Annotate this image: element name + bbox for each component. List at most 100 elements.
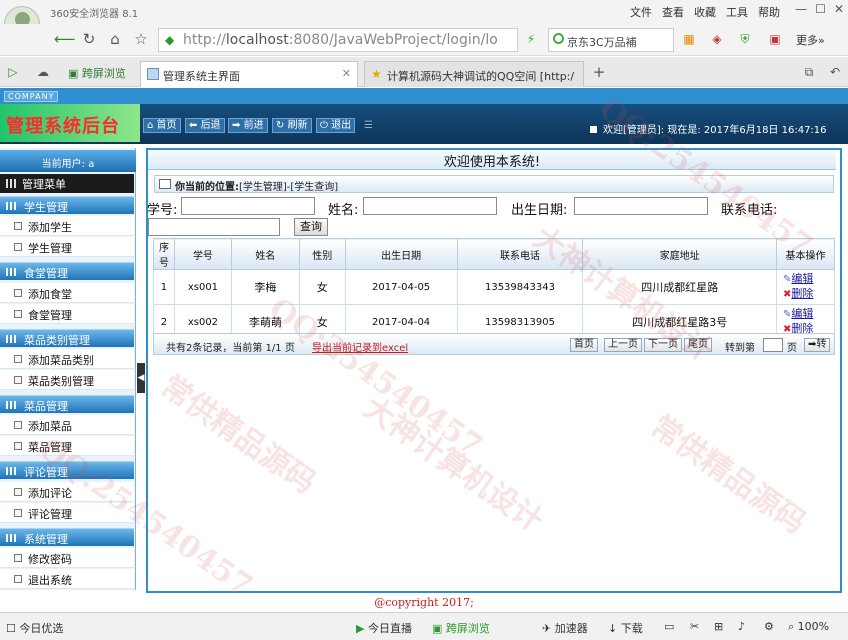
- sidebar-group-dish-category[interactable]: 菜品类别管理: [0, 329, 134, 347]
- download[interactable]: ↓ 下载: [608, 620, 643, 636]
- sidebar-item-comment-manage[interactable]: 评论管理: [0, 503, 134, 523]
- sidebar-item-add-comment[interactable]: 添加评论: [0, 482, 134, 502]
- apps-icon[interactable]: ▦: [680, 30, 698, 48]
- table-row: 1 xs001 李梅 女 2017-04-05 13539843343 四川成都…: [153, 269, 835, 305]
- home-button[interactable]: ⌂ 首页: [143, 118, 181, 133]
- restore-tabs-icon[interactable]: ⧉: [800, 63, 818, 81]
- close-window-icon[interactable]: ✕: [834, 2, 844, 16]
- cell-id: xs001: [173, 269, 232, 305]
- undo-close-icon[interactable]: ↶: [826, 63, 844, 81]
- gear-icon[interactable]: ⚙: [764, 620, 774, 633]
- forward-button[interactable]: ➡ 前进: [228, 118, 268, 133]
- sidebar-item-change-password[interactable]: 修改密码: [0, 548, 134, 568]
- sidebar-item-canteen-manage[interactable]: 食堂管理: [0, 304, 134, 324]
- item-icon: [14, 222, 22, 230]
- phone-label: 联系电话:: [721, 203, 778, 218]
- today-live[interactable]: ▶ 今日直播: [356, 620, 412, 636]
- back-button[interactable]: ⬅ 后退: [185, 118, 225, 133]
- menu-help[interactable]: 帮助: [758, 4, 780, 20]
- student-id-input[interactable]: [181, 197, 315, 215]
- sidebar-item-student-manage[interactable]: 学生管理: [0, 237, 134, 257]
- group-icon: [6, 268, 18, 276]
- name-input[interactable]: [363, 197, 497, 215]
- menu-view[interactable]: 查看: [662, 4, 684, 20]
- forward-button-label: 前进: [243, 120, 264, 131]
- search-box[interactable]: 京东3C万品補: [548, 28, 674, 52]
- edit-link[interactable]: 编辑: [791, 272, 813, 285]
- sidebar-group-system[interactable]: 系统管理: [0, 528, 134, 546]
- go-button[interactable]: ➡转: [804, 338, 831, 352]
- export-excel-link[interactable]: 导出当前记录到excel: [312, 339, 408, 354]
- item-icon: [14, 243, 22, 251]
- address-bar[interactable]: ◆ http://localhost:8080/JavaWebProject/l…: [158, 28, 518, 52]
- record-count: 共有2条记录，当前第 1/1 页: [166, 343, 295, 354]
- main-heading: 欢迎使用本系统!: [148, 150, 836, 170]
- delete-link[interactable]: 删除: [791, 287, 813, 300]
- first-page-button[interactable]: 首页: [570, 338, 598, 352]
- star-icon[interactable]: ☆: [132, 30, 150, 48]
- logout-button[interactable]: ⏻ 退出: [316, 118, 356, 133]
- sidebar-item-add-canteen[interactable]: 添加食堂: [0, 283, 134, 303]
- bookmark-icon[interactable]: ◈: [708, 30, 726, 48]
- item-icon: [14, 575, 22, 583]
- url-scheme: http://: [183, 32, 226, 48]
- menu-tools[interactable]: 工具: [726, 4, 748, 20]
- sidebar-toggle-icon[interactable]: ▷: [4, 63, 22, 81]
- welcome-text: 欢迎[管理员]: 现在是: 2017年6月18日 16:47:16: [590, 121, 827, 136]
- reload-icon[interactable]: ↻: [80, 30, 98, 48]
- group-icon: [6, 467, 18, 475]
- volume-icon[interactable]: ♪: [738, 620, 745, 633]
- back-arrow-icon[interactable]: ⟵: [54, 30, 76, 48]
- maximize-icon[interactable]: ☐: [815, 2, 826, 16]
- zoom-indicator[interactable]: ⌕ 100%: [788, 620, 829, 634]
- cross-screen-tab-label: 跨屏浏览: [81, 67, 126, 80]
- birthdate-input[interactable]: [574, 197, 708, 215]
- layout-icon[interactable]: ▭: [664, 620, 674, 633]
- today-picks[interactable]: ☐ 今日优选: [6, 620, 63, 636]
- security-icon[interactable]: ⛨: [736, 30, 754, 48]
- back-button-label: 后退: [200, 120, 221, 131]
- sidebar-item-dish-category-manage[interactable]: 菜品类别管理: [0, 370, 134, 390]
- sidebar-item-dish-manage[interactable]: 菜品管理: [0, 436, 134, 456]
- prev-page-button[interactable]: 上一页: [604, 338, 642, 352]
- search-button[interactable]: 查询: [294, 218, 328, 236]
- tab-main-interface[interactable]: 管理系统主界面 ✕: [140, 61, 358, 87]
- menu-favorites[interactable]: 收藏: [694, 4, 716, 20]
- page-number-input[interactable]: [763, 338, 783, 352]
- sidebar-item-add-student[interactable]: 添加学生: [0, 216, 134, 236]
- minimize-icon[interactable]: —: [795, 2, 807, 16]
- col-header-index: 序号: [153, 238, 175, 270]
- sidebar-group-dish[interactable]: 菜品管理: [0, 395, 134, 413]
- sidebar-collapse-handle[interactable]: ◀: [137, 363, 145, 393]
- edit-link[interactable]: 编辑: [791, 307, 813, 320]
- screenshot-icon[interactable]: ✂: [690, 620, 699, 633]
- sidebar-group-student[interactable]: 学生管理: [0, 196, 134, 214]
- sidebar-item-add-dish[interactable]: 添加菜品: [0, 415, 134, 435]
- home-icon[interactable]: ⌂: [106, 30, 124, 48]
- phone-input[interactable]: [148, 218, 280, 236]
- sidebar-group-comment[interactable]: 评论管理: [0, 461, 134, 479]
- sidebar-item-add-dish-category[interactable]: 添加菜品类别: [0, 349, 134, 369]
- lightning-icon[interactable]: ⚡: [522, 30, 540, 48]
- sidebar-group-canteen[interactable]: 食堂管理: [0, 262, 134, 280]
- menu-file[interactable]: 文件: [630, 4, 652, 20]
- next-page-button[interactable]: 下一页: [644, 338, 682, 352]
- sidebar-item-label: 添加食堂: [28, 288, 72, 301]
- student-id-label: 学号:: [147, 203, 178, 218]
- download-label: 下载: [620, 622, 643, 635]
- close-tab-icon[interactable]: ✕: [342, 67, 351, 80]
- grid-view-icon[interactable]: ⊞: [714, 620, 723, 633]
- address-url[interactable]: http://localhost:8080/JavaWebProject/log…: [183, 32, 498, 48]
- sidebar-item-exit-system[interactable]: 退出系统: [0, 569, 134, 589]
- cloud-icon[interactable]: ☁: [34, 63, 52, 81]
- col-header-name: 姓名: [230, 238, 300, 270]
- last-page-button[interactable]: 尾页: [684, 338, 712, 352]
- cross-screen-tab[interactable]: ▣ 跨屏浏览: [68, 65, 126, 81]
- refresh-button[interactable]: ↻ 刷新: [272, 118, 312, 133]
- cross-screen-browse[interactable]: ▣ 跨屏浏览: [432, 620, 490, 636]
- translate-icon[interactable]: ▣: [766, 30, 784, 48]
- new-tab-icon[interactable]: +: [590, 63, 608, 81]
- accelerator[interactable]: ✈ 加速器: [542, 620, 588, 636]
- tab-qq-space[interactable]: ★ 计算机源码大神调试的QQ空间 [http:/: [364, 61, 584, 87]
- more-menu[interactable]: 更多»: [796, 32, 825, 48]
